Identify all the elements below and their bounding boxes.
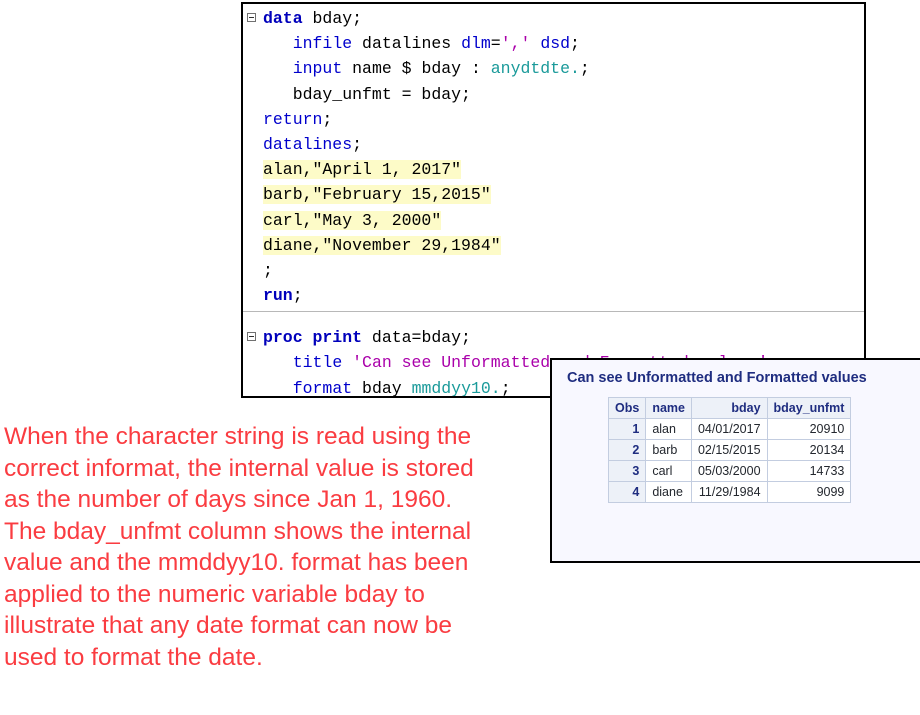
code-token: mmddyy10. xyxy=(411,378,501,398)
cell-bday-unfmt: 9099 xyxy=(766,481,852,503)
results-table-body: 1 alan 04/01/2017 20910 2 barb 02/15/2015 20134… xyxy=(607,418,852,503)
code-token: data=bday; xyxy=(362,328,471,348)
cell-obs: 3 xyxy=(607,460,647,482)
sas-output-results-panel[interactable]: Can see Unformatted and Formatted values… xyxy=(550,358,920,563)
code-token: ',' xyxy=(500,34,531,54)
code-token: return xyxy=(263,109,323,129)
code-block-separator xyxy=(243,311,864,313)
cell-bday: 04/01/2017 xyxy=(690,418,768,440)
code-token: format xyxy=(292,378,353,398)
cell-bday: 05/03/2000 xyxy=(690,460,768,482)
code-token: datalines xyxy=(263,134,353,154)
code-token: data xyxy=(263,9,303,28)
column-header-bday-unfmt: bday_unfmt xyxy=(766,397,852,419)
code-token: proc print xyxy=(263,328,363,348)
results-table: Obs name bday bday_unfmt 1 alan 04/01/2017… xyxy=(607,397,852,503)
cell-bday-unfmt: 14733 xyxy=(766,460,852,482)
cell-obs: 4 xyxy=(607,481,647,503)
code-line[interactable]: datalines; xyxy=(243,132,864,157)
code-token: input xyxy=(292,59,343,79)
code-token: = xyxy=(490,34,501,54)
cell-obs: 2 xyxy=(607,439,647,461)
code-line[interactable]: infile datalines dlm=',' dsd; xyxy=(243,31,864,56)
column-header-bday: bday xyxy=(690,397,768,419)
code-line[interactable]: carl,"May 3, 2000" xyxy=(243,208,864,233)
code-token: dlm xyxy=(461,34,491,54)
results-table-header: Obs name bday bday_unfmt xyxy=(607,397,852,419)
column-header-obs: Obs xyxy=(607,397,647,419)
code-token: ; xyxy=(570,34,580,54)
cell-bday-unfmt: 20134 xyxy=(766,439,852,461)
cell-name: barb xyxy=(645,439,692,461)
column-header-name: name xyxy=(645,397,692,419)
code-token: barb,"February 15,2015" xyxy=(263,185,491,205)
table-row: 3 carl 05/03/2000 14733 xyxy=(607,460,852,482)
table-header-row: Obs name bday bday_unfmt xyxy=(607,397,852,419)
cell-bday: 02/15/2015 xyxy=(690,439,768,461)
code-line[interactable]: barb,"February 15,2015" xyxy=(243,182,864,207)
code-token: ; xyxy=(352,134,363,154)
table-row: 1 alan 04/01/2017 20910 xyxy=(607,418,852,440)
collapse-box-icon[interactable] xyxy=(247,332,256,342)
code-token: alan,"April 1, 2017" xyxy=(263,160,462,180)
code-token: dsd xyxy=(540,34,571,54)
cell-obs: 1 xyxy=(607,418,647,440)
collapse-box-icon[interactable] xyxy=(247,13,256,22)
output-title: Can see Unformatted and Formatted values xyxy=(567,370,867,386)
code-token: run xyxy=(263,286,293,306)
code-line[interactable]: return; xyxy=(243,107,864,132)
code-token: anydtdte. xyxy=(490,59,580,79)
code-token: ; xyxy=(292,286,303,306)
code-line[interactable]: proc print data=bday; xyxy=(243,325,864,350)
cell-bday: 11/29/1984 xyxy=(690,481,768,503)
code-token: bday_unfmt = bday; xyxy=(263,84,471,104)
code-token: title xyxy=(292,353,343,373)
code-token: datalines xyxy=(352,34,462,54)
code-line[interactable]: diane,"November 29,1984" xyxy=(243,233,864,258)
code-token: bday; xyxy=(302,9,363,28)
code-line[interactable]: bday_unfmt = bday; xyxy=(243,82,864,107)
cell-bday-unfmt: 20910 xyxy=(766,418,852,440)
code-token: ; xyxy=(579,59,590,79)
sas-code-editor-panel[interactable]: data bday; infile datalines dlm=',' dsd;… xyxy=(241,2,866,398)
code-token: ; xyxy=(263,260,273,280)
code-token: ; xyxy=(322,109,333,129)
code-token: bday xyxy=(352,378,412,398)
code-token: carl,"May 3, 2000" xyxy=(263,210,442,230)
cell-name: carl xyxy=(645,460,692,482)
table-row: 4 diane 11/29/1984 9099 xyxy=(607,481,852,503)
code-token: infile xyxy=(292,34,353,54)
code-token: ; xyxy=(500,378,511,398)
code-line[interactable]: ; xyxy=(243,258,864,283)
code-line[interactable]: data bday; xyxy=(243,6,864,31)
cell-name: diane xyxy=(645,481,692,503)
code-line[interactable]: input name $ bday : anydtdte.; xyxy=(243,56,864,81)
code-line[interactable]: run; xyxy=(243,283,864,308)
code-token: diane,"November 29,1984" xyxy=(263,235,501,255)
table-row: 2 barb 02/15/2015 20134 xyxy=(607,439,852,461)
code-token: name $ bday : xyxy=(342,59,491,79)
code-block-datastep[interactable]: data bday; infile datalines dlm=',' dsd;… xyxy=(243,6,864,308)
cell-name: alan xyxy=(645,418,692,440)
explanatory-caption: When the character string is read using … xyxy=(4,423,474,671)
code-line[interactable]: alan,"April 1, 2017" xyxy=(243,157,864,182)
